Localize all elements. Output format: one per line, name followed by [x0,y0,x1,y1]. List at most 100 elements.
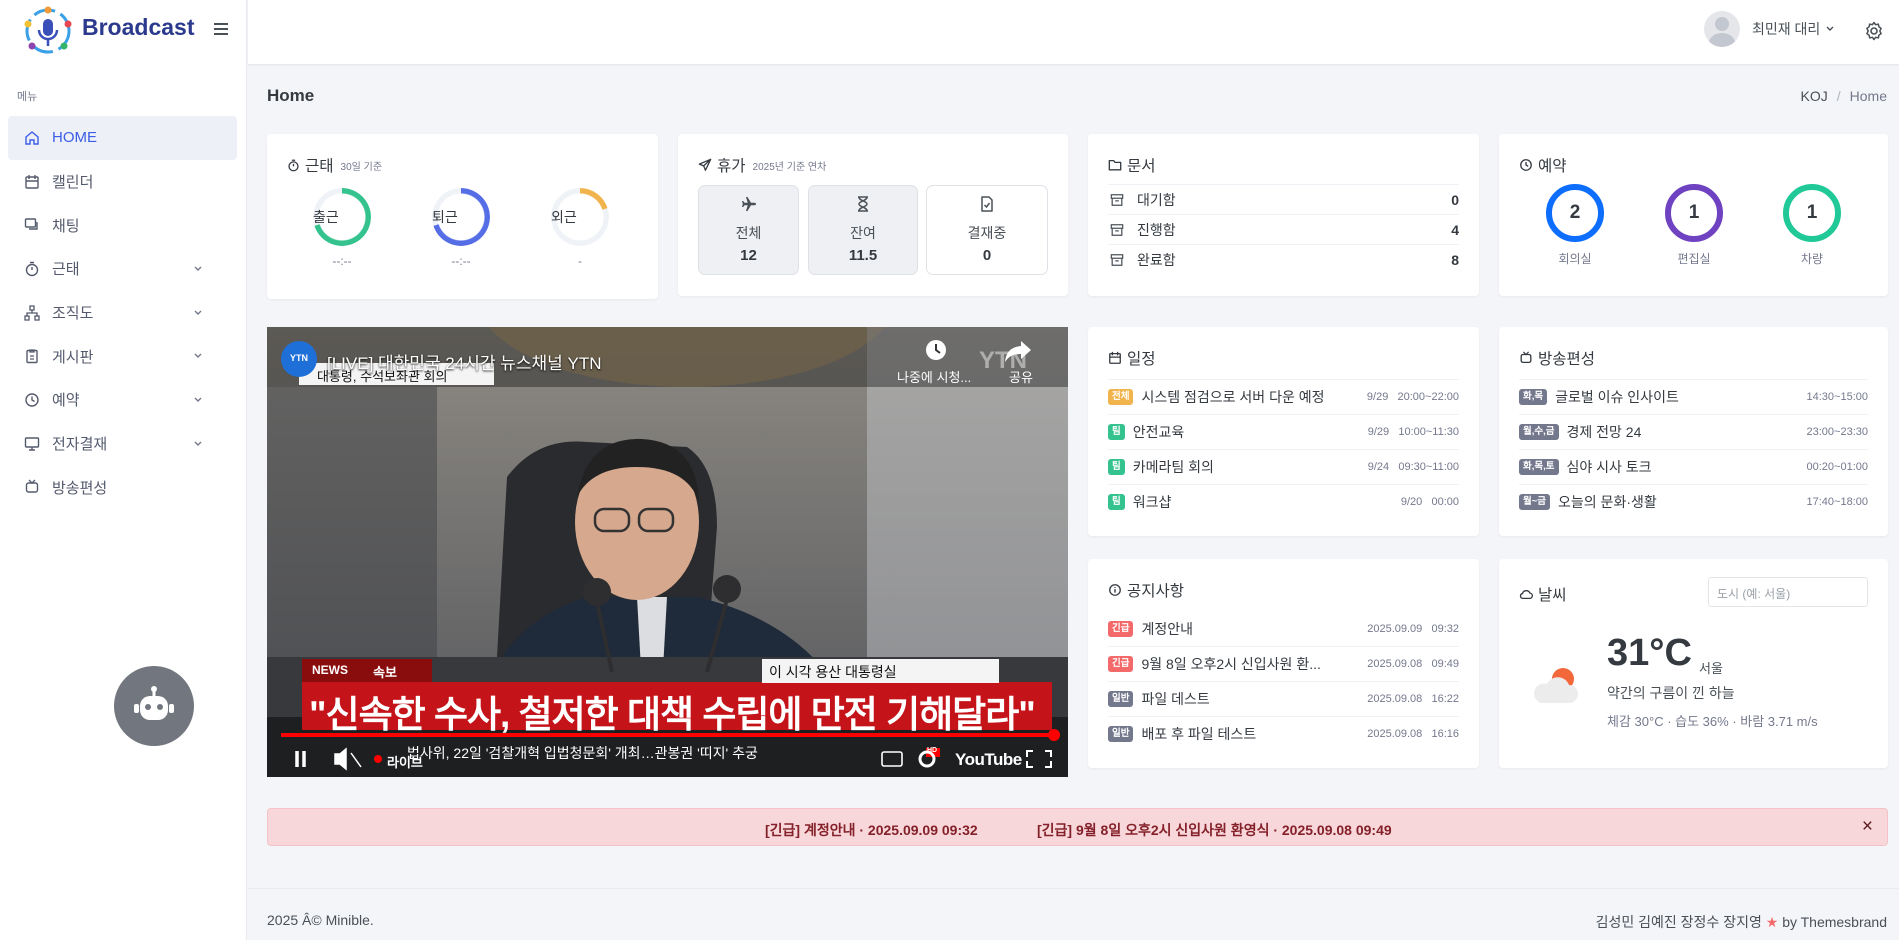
program-row[interactable]: 화,목,토 심야 시사 토크 00:20~01:00 [1519,449,1868,484]
schedule-row[interactable]: 팀 워크샵 9/20 00:00 [1108,484,1459,519]
program-row[interactable]: 화,목 글로벌 이슈 인사이트 14:30~15:00 [1519,379,1868,414]
sidebar-item-chat[interactable]: 채팅 [8,203,237,247]
vacation-remaining-box[interactable]: 잔여 11.5 [808,185,918,275]
doc-row-completed[interactable]: 완료함 8 [1108,244,1459,274]
vacation-total-box[interactable]: 전체 12 [698,185,799,275]
doc-count: 8 [1451,251,1459,268]
user-menu[interactable]: 최민재 대리 [1704,11,1835,47]
card-title: 방송편성 [1538,351,1596,368]
video-player[interactable]: YTN [LIVE] 대한민국 24시간 뉴스채널 YTN 나중에 시청... … [267,327,1068,777]
vehicle-count[interactable]: 1 [1783,184,1841,242]
urgent-alert-banner: [긴급] 계정안내 · 2025.09.09 09:32 [긴급] 9월 8일 … [267,808,1888,846]
city-name: 서울 [1699,661,1723,676]
sidebar-item-board[interactable]: 게시판 [8,334,237,378]
program-time: 23:00~23:30 [1806,426,1868,438]
reservation-card: 예약 2 회의실 1 편집실 1 차량 [1499,134,1888,296]
card-subtitle: 2025년 기준 연차 [752,161,827,173]
org-chart-icon [24,304,40,321]
partly-cloudy-icon [1534,668,1578,703]
notice-row[interactable]: 긴급 9월 8일 오후2시 신입사원 환... 2025.09.08 09:49 [1108,646,1459,681]
sidebar-item-label: 근태 [52,261,80,279]
program-title: 오늘의 문화·생활 [1558,494,1657,510]
schedule-date: 9/29 [1366,391,1389,403]
program-row[interactable]: 월,수,금 경제 전망 24 23:00~23:30 [1519,414,1868,449]
sidebar-item-broadcast[interactable]: 방송편성 [8,466,237,510]
ring-label: 출근 [313,209,339,225]
alert-item[interactable]: [긴급] 9월 8일 오후2시 신입사원 환영식 · 2025.09.08 09… [1037,820,1392,840]
schedule-title: 워크샵 [1132,494,1172,510]
settings-button[interactable] [1864,21,1884,41]
file-check-icon [981,196,993,212]
schedule-row[interactable]: 팀 카메라팀 회의 9/24 09:30~11:00 [1108,449,1459,484]
notice-row[interactable]: 긴급 계정안내 2025.09.09 09:32 [1108,611,1459,646]
notice-date: 2025.09.08 [1367,728,1423,740]
notice-date: 2025.09.08 [1367,693,1423,705]
hamburger-icon [214,23,228,35]
vacation-value: 11.5 [848,247,878,264]
sidebar-item-home[interactable]: HOME [8,116,237,160]
sidebar-item-org-chart[interactable]: 조직도 [8,291,237,335]
vehicle-label: 차량 [1800,252,1824,266]
notice-time: 16:16 [1431,728,1459,740]
breadcrumb-link[interactable]: KOJ [1801,88,1828,104]
airplane-icon [698,158,712,171]
program-time: 00:20~01:00 [1806,461,1868,473]
chatbot-button[interactable] [114,666,194,746]
vacation-pending-box[interactable]: 결재중 0 [926,185,1048,275]
sidebar-item-calendar[interactable]: 캘린더 [8,160,237,204]
sidebar-item-approval[interactable]: 전자결재 [8,422,237,466]
brand-logo[interactable]: Broadcast [22,0,194,60]
doc-row-waiting[interactable]: 대기함 0 [1108,184,1459,214]
doc-count: 0 [1451,191,1459,208]
meeting-room-count[interactable]: 2 [1546,184,1604,242]
edit-room-label: 편집실 [1677,252,1711,266]
sidebar-item-label: 캘린더 [52,174,94,192]
hd-badge: HD [927,747,938,754]
credits-names: 김성민 김예진 장정수 장지영 [1595,914,1762,930]
city-search-input[interactable]: 도시 (예: 서울) [1708,577,1868,607]
sidebar-item-label: 게시판 [52,348,94,366]
robot-icon [134,686,174,720]
schedule-row[interactable]: 팀 안전교육 9/29 10:00~11:30 [1108,414,1459,449]
tv-icon [25,479,39,494]
news-label: NEWS [312,663,348,677]
sidebar-item-label: 전자결재 [52,436,108,454]
program-row[interactable]: 월~금 오늘의 문화·생활 17:40~18:00 [1519,484,1868,519]
news-headline: "신속한 수사, 철저한 대책 수립에 만전 기해달라" [309,694,1036,735]
doc-row-in-progress[interactable]: 진행함 4 [1108,214,1459,244]
notice-row[interactable]: 일반 배포 후 파일 테스트 2025.09.08 16:16 [1108,716,1459,751]
edit-room-count[interactable]: 1 [1665,184,1723,242]
priority-badge: 긴급 [1108,620,1134,637]
alert-close-button[interactable]: × [1862,816,1873,838]
notice-title: 계정안내 [1141,620,1194,637]
schedule-row[interactable]: 전체 시스템 점검으로 서버 다운 예정 9/29 20:00~22:00 [1108,379,1459,414]
flash-label: 속보 [373,665,397,680]
sidebar-item-attendance[interactable]: 근태 [8,247,237,291]
youtube-logo[interactable]: YouTube [955,750,1022,770]
schedule-time: 00:00 [1431,496,1459,508]
sidebar-item-reservation[interactable]: 예약 [8,378,237,422]
card-subtitle: 30일 기준 [340,161,383,173]
schedule-date: 9/24 [1367,461,1390,473]
notice-row[interactable]: 일반 파일 데스트 2025.09.08 16:22 [1108,681,1459,716]
chat-icon [24,218,38,230]
vacation-label: 전체 [735,225,762,241]
chevron-down-icon [194,397,202,402]
alert-item[interactable]: [긴급] 계정안내 · 2025.09.09 09:32 [765,820,978,840]
live-button[interactable]: 라이브 [387,752,423,771]
channel-watermark: YTN [979,347,1027,374]
chevron-down-icon [194,441,202,446]
sidebar-item-label: 조직도 [52,305,94,323]
info-icon [1109,584,1121,596]
schedule-time: 10:00~11:30 [1398,426,1459,438]
notice-time: 16:22 [1431,693,1459,705]
weather-card: 날씨 도시 (예: 서울) 31°C 서울 약간의 구름이 낀 하늘 체감 30… [1499,559,1888,768]
scope-badge: 전체 [1108,389,1134,405]
watch-later-button[interactable]: 나중에 시청... [897,367,971,386]
menu-title: 메뉴 [17,91,38,103]
menu-toggle-button[interactable] [212,20,230,38]
timer-icon [288,159,299,171]
priority-badge: 일반 [1108,726,1134,742]
days-badge: 화,목 [1519,389,1548,405]
documents-card: 문서 대기함 0 진행함 4 완료함 8 [1088,134,1479,296]
